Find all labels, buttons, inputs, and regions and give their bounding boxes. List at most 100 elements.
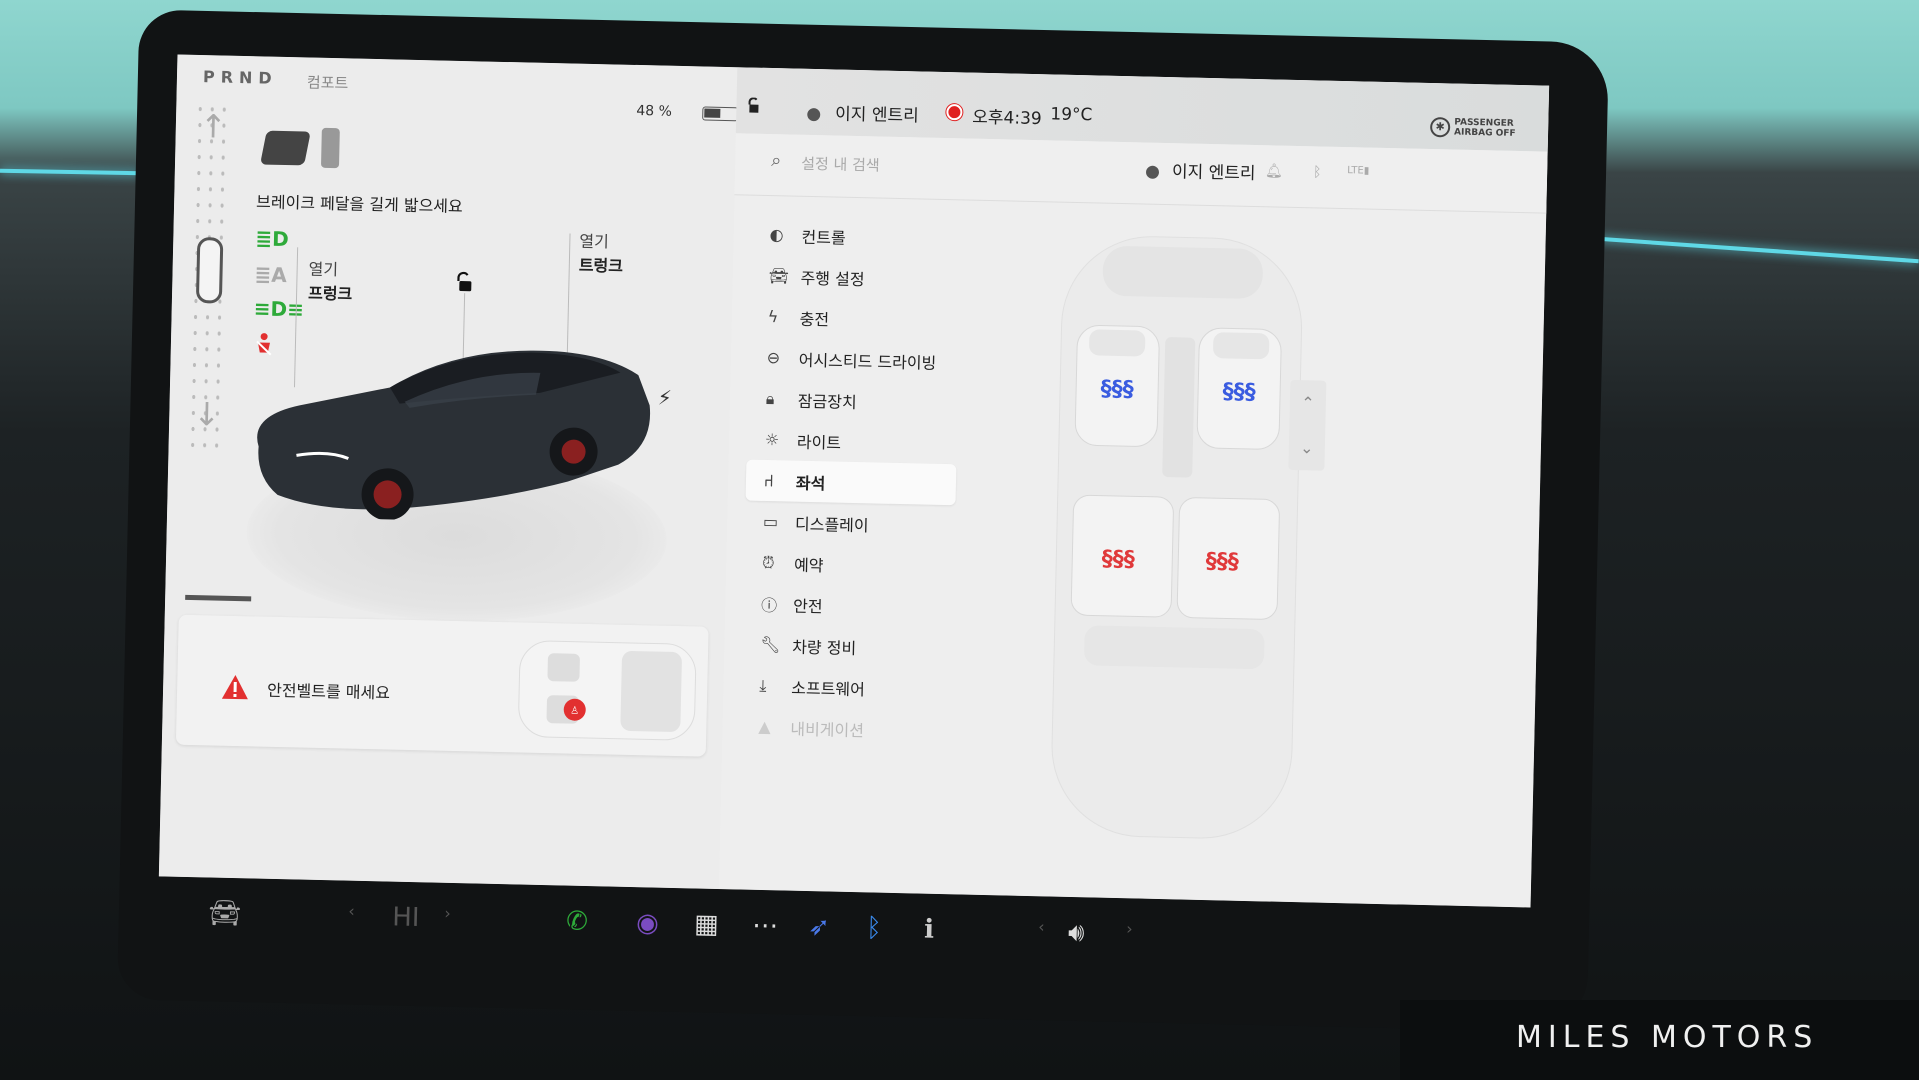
rear-right-heat-icon: §§§: [1205, 549, 1239, 575]
info-icon[interactable]: ℹ: [924, 915, 935, 945]
profile-button[interactable]: ● 이지 엔트리: [1144, 157, 1256, 185]
chevron-left-icon[interactable]: ‹: [348, 901, 355, 920]
alarm-icon: ⏰︎: [761, 552, 775, 572]
lock-icon: 🔒︎: [765, 388, 775, 408]
vehicle-panel: PRND 컴포트 48 % ↑ ↓ 브레이크 페달을 길게 밟으세요 ≣D ≣A…: [158, 54, 739, 890]
more-icon[interactable]: ⋯: [752, 911, 779, 942]
seatbelt-warning-text: 안전벨트를 매세요: [266, 680, 391, 703]
bolt-icon: ϟ: [767, 307, 779, 327]
menu-item-safety[interactable]: ⓘ 안전: [743, 583, 954, 629]
passenger-airbag-status: PASSENGER AIRBAG OFF: [1453, 117, 1516, 139]
menu-item-schedule[interactable]: ⏰︎ 예약: [744, 542, 955, 588]
menu-item-controls[interactable]: ◐ 컨트롤: [751, 214, 962, 260]
recording-icon[interactable]: [946, 104, 963, 121]
phone-icon[interactable]: ✆: [566, 906, 588, 936]
person-icon: ●: [806, 103, 822, 125]
driver-profile-button[interactable]: ● 이지 엔트리: [806, 99, 919, 127]
seat-icon: ⑁: [763, 470, 774, 491]
display-icon: ▭: [762, 511, 779, 532]
profile-name: 이지 엔트리: [1171, 162, 1256, 185]
alert-tab: [185, 594, 252, 602]
brake-message: 브레이크 페달을 길게 밟으세요: [255, 192, 463, 217]
rear-left-heat-icon: §§§: [1102, 547, 1136, 573]
airbag-off-icon: ✱: [1429, 116, 1451, 138]
menu-item-software[interactable]: ⤓ 소프트웨어: [741, 665, 952, 711]
toggle-icon: ◐: [769, 225, 784, 245]
frunk-action-text: 열기: [308, 259, 339, 280]
brake-pedal-icon: [260, 130, 311, 166]
watermark-text: MILES MOTORS: [1516, 1020, 1819, 1055]
chevron-down-icon[interactable]: ⌄: [1288, 425, 1325, 471]
front-left-heat-icon: §§§: [1100, 377, 1134, 403]
drive-mode-label: 컴포트: [306, 73, 349, 93]
seatbelt-alert-card[interactable]: 안전벨트를 매세요 ♙: [175, 614, 709, 757]
wrench-icon: 🔧︎: [760, 634, 781, 655]
outside-temperature: 19°C: [1050, 104, 1093, 126]
search-icon[interactable]: ⌕: [771, 150, 782, 171]
battery-percent: 48 %: [636, 102, 673, 120]
car-icon[interactable]: 🚘︎: [208, 898, 242, 929]
menu-item-charging[interactable]: ϟ 충전: [749, 296, 960, 342]
menu-item-navigation[interactable]: ▲ 내비게이션: [740, 705, 951, 751]
chevron-up-icon[interactable]: ⌃: [1289, 380, 1326, 426]
nav-app-icon[interactable]: ➶: [808, 912, 830, 942]
menu-item-assisted-driving[interactable]: ⊖ 어시스티드 드라이빙: [748, 337, 959, 383]
settings-panel: ● 이지 엔트리 오후4:39 19°C ✱ PASSENGER AIRBAG O…: [718, 67, 1550, 908]
seat-heater-diagram: §§§ §§§ §§§ §§§: [1051, 236, 1303, 839]
download-icon: ⤓: [759, 675, 767, 695]
touchscreen: PRND 컴포트 48 % ↑ ↓ 브레이크 페달을 길게 밟으세요 ≣D ≣A…: [158, 54, 1550, 908]
menu-item-driving[interactable]: 🚘︎ 주행 설정: [750, 255, 961, 301]
clock: 오후4:39: [972, 107, 1042, 130]
camera-icon[interactable]: ◉: [636, 908, 659, 939]
ambient-light-right: [1598, 236, 1919, 264]
lte-signal-icon: LTE▮: [1347, 165, 1370, 177]
gear-up-arrow-icon[interactable]: ↑: [199, 107, 227, 146]
frunk-label: 프렁크: [307, 283, 353, 304]
rear-right-seat[interactable]: §§§: [1176, 497, 1280, 620]
front-left-seat[interactable]: §§§: [1074, 325, 1160, 447]
battery-icon: [702, 106, 739, 122]
climate-off-icon[interactable]: HI: [392, 902, 420, 933]
frunk-open-button[interactable]: 열기 프렁크: [308, 258, 353, 307]
info-circle-icon: ⓘ: [760, 595, 778, 615]
accelerator-pedal-icon: [320, 127, 340, 169]
auto-high-beam-icon: ≣A: [254, 262, 288, 288]
trunk-action-text: 열기: [579, 231, 610, 252]
menu-item-locks[interactable]: 🔒︎ 잠금장치: [747, 378, 958, 424]
menu-item-lights[interactable]: ☼ 라이트: [746, 419, 957, 465]
car-3d-model[interactable]: [237, 326, 661, 525]
sun-icon: ☼: [764, 429, 780, 450]
settings-search-input[interactable]: [800, 148, 1102, 186]
chevron-right-icon[interactable]: ›: [444, 904, 451, 923]
car-top-icon[interactable]: [195, 237, 224, 304]
watermark-banner: MILES MOTORS: [1400, 1000, 1919, 1080]
driver-profile-name: 이지 엔트리: [834, 104, 919, 127]
gear-indicator: PRND: [202, 67, 278, 88]
rear-left-seat[interactable]: §§§: [1070, 494, 1174, 618]
volume-up-chevron-icon[interactable]: ›: [1126, 919, 1133, 938]
warning-triangle-icon: [221, 675, 248, 700]
menu-item-service[interactable]: 🔧︎ 차량 정비: [742, 624, 953, 670]
menu-item-seats[interactable]: ⑁ 좌석: [745, 459, 957, 506]
seat-scroll-control[interactable]: ⌃ ⌄: [1288, 379, 1327, 471]
volume-icon[interactable]: 🔊︎: [1068, 918, 1085, 949]
bluetooth-icon[interactable]: ᛒ: [866, 913, 882, 943]
gear-down-arrow-icon[interactable]: ↓: [193, 395, 221, 434]
front-right-heat-icon: §§§: [1222, 379, 1256, 405]
ambient-light-left: [0, 168, 141, 176]
bluetooth-status-icon[interactable]: ᛒ: [1313, 164, 1322, 180]
navigation-icon: ▲: [758, 716, 771, 737]
person-icon: ●: [1144, 161, 1161, 182]
seat-occupancy-diagram: ♙: [518, 640, 697, 741]
trunk-label: 트렁크: [578, 255, 624, 276]
volume-down-chevron-icon[interactable]: ‹: [1038, 917, 1045, 936]
headlight-icon: ≣D: [255, 226, 289, 252]
svg-text:♙: ♙: [570, 706, 579, 717]
lock-status-icon[interactable]: [746, 97, 760, 117]
settings-menu: ◐ 컨트롤 🚘︎ 주행 설정 ϟ 충전 ⊖ 어시스티드 드라이빙 🔒︎ 잠금장치 ☼ 라이트…: [740, 214, 962, 752]
front-right-seat[interactable]: §§§: [1196, 327, 1282, 450]
bell-icon[interactable]: 🔔︎: [1265, 163, 1283, 179]
menu-item-display[interactable]: ▭ 디스플레이: [745, 501, 956, 547]
trunk-open-button[interactable]: 열기 트렁크: [579, 230, 624, 279]
calendar-icon[interactable]: ▦: [694, 909, 719, 940]
